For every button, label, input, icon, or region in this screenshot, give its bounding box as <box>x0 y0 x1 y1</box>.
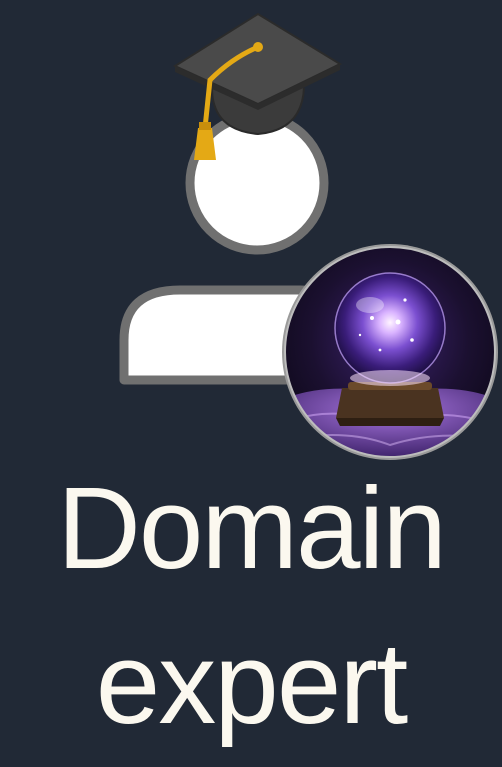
caption-line-2: expert <box>95 618 408 748</box>
crystal-ball-icon <box>282 244 498 460</box>
domain-expert-illustration <box>119 12 498 460</box>
slide: Domain expert <box>0 0 502 767</box>
caption-line-1: Domain <box>57 463 447 593</box>
